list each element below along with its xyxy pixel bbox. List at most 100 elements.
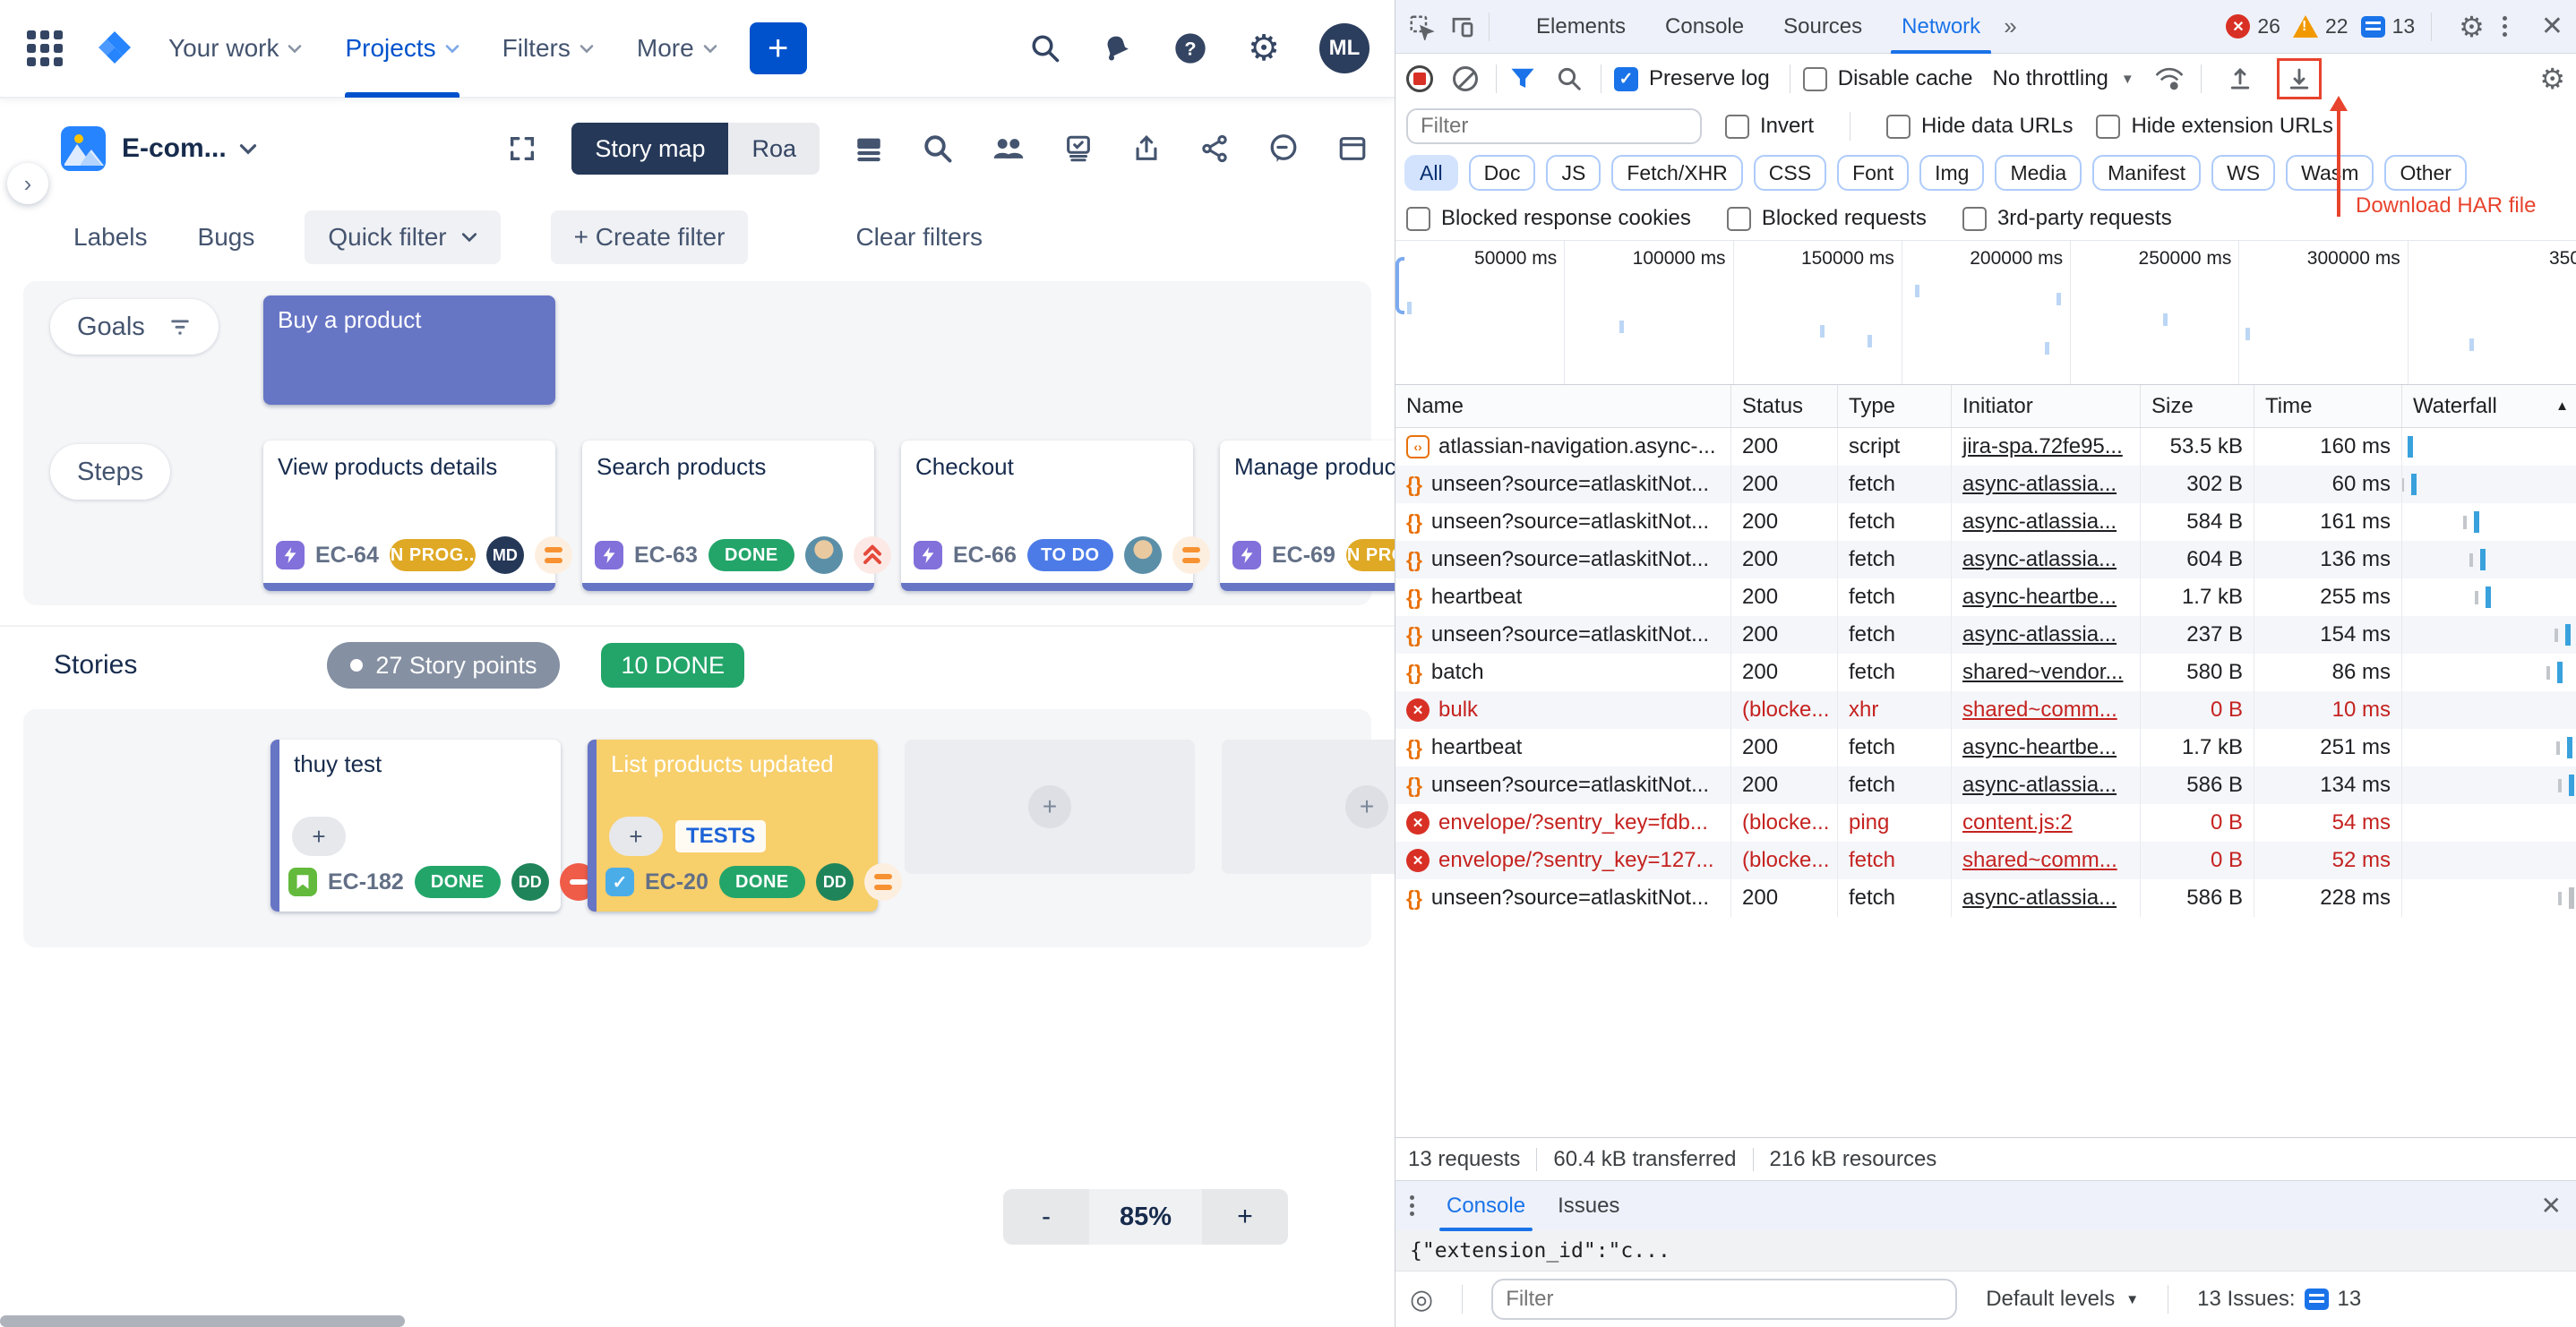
hide-data-urls-checkbox[interactable]: Hide data URLs (1886, 114, 2073, 139)
timeline-handle[interactable] (1395, 257, 1404, 314)
type-chip-js[interactable]: JS (1546, 155, 1601, 191)
warning-count-badge[interactable]: 22 (2293, 14, 2348, 39)
drawer-close-icon[interactable]: ✕ (2541, 1191, 2562, 1220)
initiator-link[interactable]: shared~comm... (1962, 698, 2117, 723)
status-badge[interactable]: DONE (708, 539, 794, 571)
column-header-name[interactable]: Name (1395, 385, 1731, 427)
column-header-size[interactable]: Size (2141, 385, 2254, 427)
create-filter-button[interactable]: + Create filter (551, 210, 749, 264)
assignee-avatar[interactable]: DD (816, 863, 854, 901)
initiator-link[interactable]: async-heartbe... (1962, 735, 2117, 760)
rows-layout-icon[interactable] (854, 133, 884, 164)
view-tab-story-map[interactable]: Story map (571, 123, 728, 175)
step-card[interactable]: CheckoutEC-66TO DO (901, 441, 1193, 591)
labels-filter[interactable]: Labels (73, 223, 148, 252)
nav-item-filters[interactable]: Filters (502, 0, 594, 98)
expand-sidebar-button[interactable]: › (7, 163, 48, 204)
sprint-capacity-icon[interactable] (1063, 133, 1094, 164)
empty-story-slot[interactable]: + (905, 740, 1195, 874)
checkbox-3rd-party-requests[interactable]: 3rd-party requests (1962, 206, 2172, 231)
devtools-tab-sources[interactable]: Sources (1764, 0, 1882, 54)
network-request-row[interactable]: {}heartbeat200fetchasync-heartbe...1.7 k… (1395, 578, 2576, 616)
assignee-avatar[interactable]: DD (511, 863, 549, 901)
people-icon[interactable] (992, 133, 1026, 164)
column-header-status[interactable]: Status (1731, 385, 1838, 427)
initiator-link[interactable]: async-atlassia... (1962, 472, 2117, 497)
initiator-link[interactable]: shared~comm... (1962, 848, 2117, 873)
log-levels-dropdown[interactable]: Default levels▼ (1986, 1287, 2139, 1312)
devtools-tab-network[interactable]: Network (1882, 0, 2000, 54)
initiator-link[interactable]: async-heartbe... (1962, 585, 2117, 610)
network-request-row[interactable]: {}batch200fetchshared~vendor...580 B86 m… (1395, 654, 2576, 691)
network-filter-input[interactable] (1406, 108, 1702, 144)
network-request-row[interactable]: ✕bulk(blocke...xhrshared~comm...0 B10 ms (1395, 691, 2576, 729)
network-request-row[interactable]: {}heartbeat200fetchasync-heartbe...1.7 k… (1395, 729, 2576, 766)
more-tabs-icon[interactable]: » (2004, 13, 2016, 40)
record-network-log-icon[interactable] (1406, 65, 1433, 92)
type-chip-manifest[interactable]: Manifest (2092, 155, 2201, 191)
type-chip-other[interactable]: Other (2384, 155, 2467, 191)
hide-extension-urls-checkbox[interactable]: Hide extension URLs (2096, 114, 2332, 139)
nav-item-projects[interactable]: Projects (345, 0, 459, 98)
type-chip-ws[interactable]: WS (2211, 155, 2275, 191)
type-chip-media[interactable]: Media (1995, 155, 2082, 191)
network-request-row[interactable]: {}unseen?source=atlaskitNot...200fetchas… (1395, 766, 2576, 804)
throttling-dropdown[interactable]: No throttling▼ (1992, 66, 2134, 91)
network-request-row[interactable]: {}unseen?source=atlaskitNot...200fetchas… (1395, 616, 2576, 654)
disable-cache-checkbox[interactable]: Disable cache (1803, 66, 1973, 91)
network-request-row[interactable]: {}unseen?source=atlaskitNot...200fetchas… (1395, 541, 2576, 578)
devtools-menu-icon[interactable] (2503, 16, 2507, 37)
initiator-link[interactable]: async-atlassia... (1962, 622, 2117, 647)
assignee-avatar[interactable] (1124, 536, 1162, 574)
feedback-icon[interactable] (1267, 133, 1300, 165)
fullscreen-icon[interactable] (507, 133, 537, 164)
create-issue-button[interactable]: + (750, 22, 807, 74)
export-icon[interactable] (1131, 133, 1162, 164)
type-chip-doc[interactable]: Doc (1469, 155, 1536, 191)
network-timeline[interactable]: 50000 ms100000 ms150000 ms200000 ms25000… (1395, 240, 2576, 385)
type-chip-css[interactable]: CSS (1754, 155, 1826, 191)
device-toolbar-icon[interactable] (1449, 13, 1476, 40)
network-request-row[interactable]: {}unseen?source=atlaskitNot...200fetchas… (1395, 879, 2576, 917)
console-issues-summary[interactable]: 13 Issues: 13 (2197, 1287, 2361, 1312)
error-count-badge[interactable]: ✕26 (2226, 14, 2280, 39)
preserve-log-checkbox[interactable]: ✓Preserve log (1614, 66, 1770, 91)
devtools-tab-elements[interactable]: Elements (1516, 0, 1645, 54)
status-badge[interactable]: IN PROG... (1346, 539, 1395, 571)
network-request-row[interactable]: ✕envelope/?sentry_key=fdb...(blocke...pi… (1395, 804, 2576, 842)
settings-gear-icon[interactable]: ⚙ (1248, 28, 1280, 69)
story-card[interactable]: List products updated+TESTS✓EC-20DONEDD (588, 740, 878, 912)
initiator-link[interactable]: shared~vendor... (1962, 660, 2123, 685)
console-message[interactable]: {"extension_id":"c... (1395, 1230, 2576, 1271)
type-chip-fetchxhr[interactable]: Fetch/XHR (1611, 155, 1742, 191)
assignee-avatar[interactable] (805, 536, 843, 574)
filter-funnel-icon[interactable] (1509, 66, 1536, 91)
initiator-link[interactable]: content.js:2 (1962, 810, 2073, 835)
initiator-link[interactable]: jira-spa.72fe95... (1962, 434, 2123, 459)
user-avatar[interactable]: ML (1319, 23, 1370, 73)
step-card[interactable]: View products detailsEC-64IN PROG...MD (263, 441, 555, 591)
steps-pill[interactable]: Steps (50, 444, 170, 500)
view-tab-roa[interactable]: Roa (728, 123, 820, 175)
add-subtask-button[interactable]: + (609, 817, 663, 856)
jira-logo[interactable] (95, 28, 136, 69)
initiator-link[interactable]: async-atlassia... (1962, 886, 2117, 911)
zoom-out-button[interactable]: - (1003, 1189, 1089, 1245)
inspect-element-icon[interactable] (1408, 13, 1435, 40)
notifications-bell-icon[interactable] (1101, 32, 1133, 64)
devtools-tab-console[interactable]: Console (1645, 0, 1764, 54)
network-settings-icon[interactable]: ⚙ (2539, 62, 2565, 96)
app-switcher-icon[interactable] (27, 30, 63, 66)
checkbox-blocked-requests[interactable]: Blocked requests (1727, 206, 1927, 231)
nav-item-more[interactable]: More (637, 0, 717, 98)
step-card[interactable]: Manage productsEC-69IN PROG... (1220, 441, 1395, 591)
goal-card[interactable]: Buy a product (263, 295, 555, 405)
status-badge[interactable]: DONE (719, 866, 805, 898)
initiator-link[interactable]: async-atlassia... (1962, 509, 2117, 535)
drawer-tab-issues[interactable]: Issues (1541, 1181, 1636, 1231)
drawer-tab-console[interactable]: Console (1430, 1181, 1541, 1231)
initiator-link[interactable]: async-atlassia... (1962, 773, 2117, 798)
panel-icon[interactable] (1337, 133, 1368, 164)
board-search-icon[interactable] (922, 133, 954, 165)
issues-count-badge[interactable]: 13 (2361, 14, 2416, 39)
